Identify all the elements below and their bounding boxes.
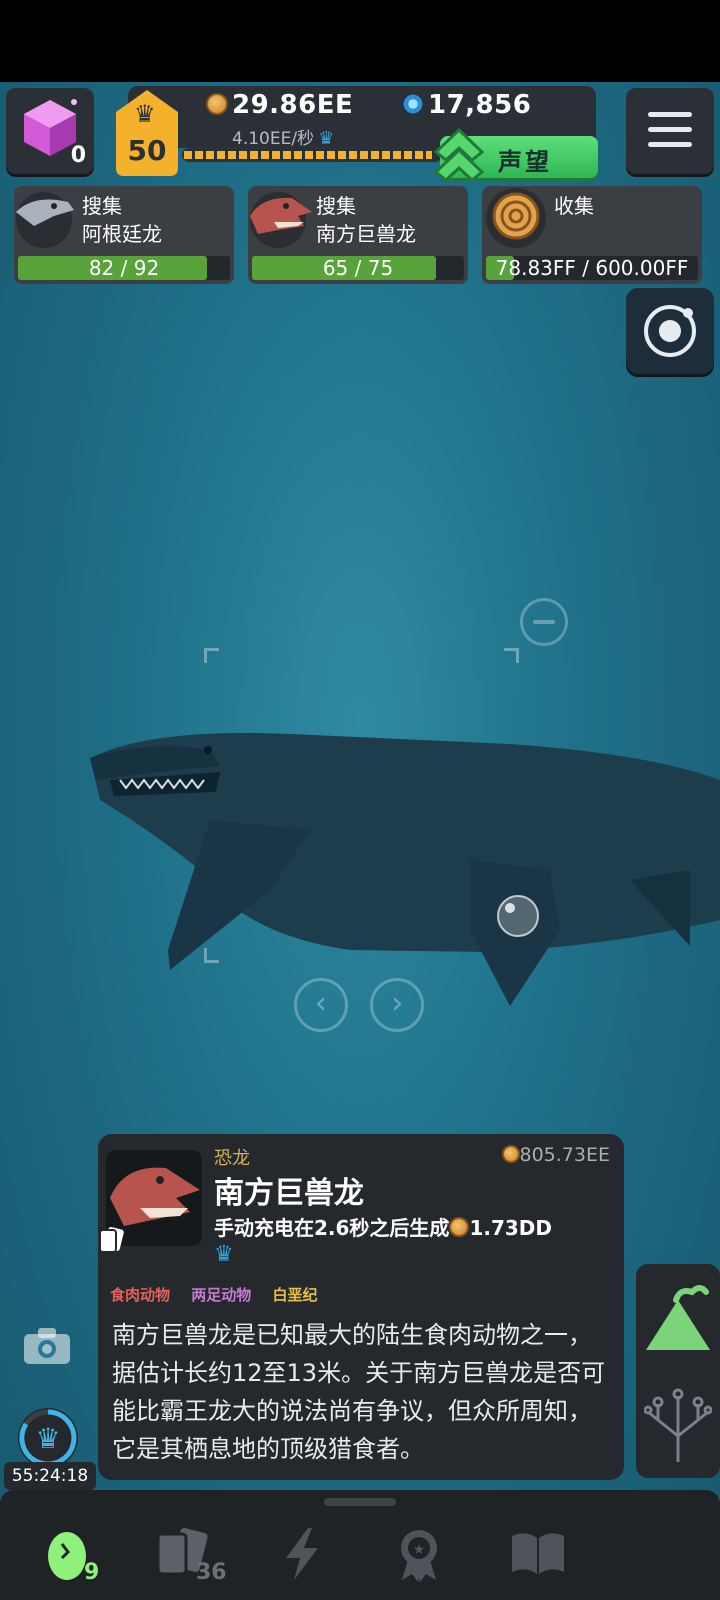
bottom-nav: 9 36 ★	[0, 1490, 720, 1600]
book-icon	[512, 1533, 564, 1574]
tag-cretaceous: 白垩纪	[272, 1286, 318, 1304]
income-rate: 4.10EE/秒 ♛	[232, 124, 334, 149]
quest-title: 搜集	[82, 194, 122, 218]
level-badge[interactable]: ♛ 50	[116, 90, 178, 176]
giganotosaurus-avatar	[250, 192, 312, 248]
ammonite-icon	[486, 188, 546, 248]
nav-boosts[interactable]	[272, 1520, 352, 1590]
coin-value: 29.86EE	[232, 90, 354, 120]
blue-currency-counter: 17,856	[402, 90, 531, 120]
viewfinder-corner	[204, 648, 219, 663]
blue-star-icon	[402, 93, 424, 115]
creature-tags: 食肉动物 两足动物 白垩纪	[110, 1284, 334, 1305]
gem-shop-button[interactable]: 0	[6, 88, 94, 174]
gem-count: 0	[70, 143, 86, 168]
coin-icon	[501, 1145, 520, 1163]
quest-progress-text: 82 / 92	[88, 256, 160, 280]
coin-counter: 29.86EE	[206, 90, 353, 120]
creature-value: 805.73EE	[501, 1144, 610, 1166]
level-number: 50	[127, 134, 167, 167]
nav-achievements[interactable]: ★	[388, 1520, 468, 1590]
quest-title: 收集	[554, 194, 594, 218]
dino-token-icon: ♛	[318, 128, 335, 149]
quest-subject: 南方巨兽龙	[316, 222, 416, 246]
drawer-handle[interactable]	[324, 1498, 396, 1506]
quest-card-1[interactable]: 搜集 阿根廷龙 82 / 92	[14, 186, 234, 284]
coin-icon	[206, 93, 228, 115]
menu-button[interactable]	[626, 88, 714, 174]
boost-timer: 55:24:18	[4, 1462, 96, 1490]
xp-progress-fill	[184, 151, 433, 159]
prestige-chevron-icon	[434, 128, 484, 182]
quest-card-3[interactable]: 收集 78.83FF / 600.00FF	[482, 186, 702, 284]
quest-progress-bar: 65 / 75	[252, 256, 464, 280]
creature-name: 南方巨兽龙	[214, 1176, 364, 1211]
prestige-button[interactable]: 声望	[434, 128, 598, 182]
right-arrow-icon[interactable]: ›	[370, 978, 424, 1032]
tag-bipedal: 两足动物	[191, 1286, 252, 1304]
left-arrow-icon[interactable]: ‹	[294, 978, 348, 1032]
menu-icon	[648, 112, 692, 117]
mosasaur-model	[90, 733, 720, 1006]
tree-icon[interactable]	[644, 1386, 712, 1466]
quest-progress-text: 78.83FF / 600.00FF	[495, 256, 689, 280]
coin-icon	[449, 1217, 470, 1237]
side-panel	[636, 1264, 720, 1478]
quest-title: 搜集	[316, 194, 356, 218]
radar-icon	[644, 305, 696, 357]
nav-eggs[interactable]: 9	[40, 1520, 120, 1590]
creature-description: 南方巨兽龙是已知最大的陆生食肉动物之一，据估计长约12至13米。关于南方巨兽龙是…	[112, 1321, 606, 1463]
status-bar	[0, 0, 720, 82]
tag-carnivore: 食肉动物	[110, 1286, 171, 1304]
medal-icon: ★	[401, 1530, 437, 1582]
cards-count: 36	[196, 1560, 227, 1585]
volcano-icon[interactable]	[640, 1280, 716, 1360]
nav-encyclopedia[interactable]	[506, 1520, 586, 1590]
radar-button[interactable]	[626, 288, 714, 374]
income-rate-value: 4.10EE/秒	[232, 129, 315, 149]
quest-progress-bar: 82 / 92	[18, 256, 230, 280]
svg-text:♛: ♛	[35, 1422, 60, 1455]
prestige-label: 声望	[498, 148, 552, 176]
creature-info-card: 恐龙 805.73EE 南方巨兽龙 手动充电在2.6秒之后生成 1.73DD ♛ …	[98, 1134, 624, 1480]
cards-icon	[99, 1227, 124, 1253]
creature-category: 恐龙	[214, 1148, 250, 1169]
lightning-icon	[286, 1528, 318, 1580]
camera-icon[interactable]	[22, 1326, 72, 1366]
argentinosaurus-avatar	[16, 192, 74, 248]
xp-progress-bar	[182, 148, 442, 162]
nav-cards[interactable]: 36	[152, 1520, 232, 1590]
quest-subject: 阿根廷龙	[82, 222, 162, 246]
eggs-count: 9	[84, 1560, 100, 1585]
quest-progress-text: 65 / 75	[322, 256, 394, 280]
viewfinder-corner	[504, 648, 519, 663]
dino-token-icon: ♛	[214, 1242, 234, 1267]
crown-icon: ♛	[134, 100, 156, 128]
quest-progress-bar: 78.83FF / 600.00FF	[486, 256, 698, 280]
blue-currency-value: 17,856	[428, 90, 532, 120]
generation-info: 手动充电在2.6秒之后生成 1.73DD	[214, 1216, 552, 1240]
quest-card-2[interactable]: 搜集 南方巨兽龙 65 / 75	[248, 186, 468, 284]
zoom-out-button[interactable]	[520, 598, 568, 646]
svg-text:★: ★	[413, 1542, 426, 1558]
